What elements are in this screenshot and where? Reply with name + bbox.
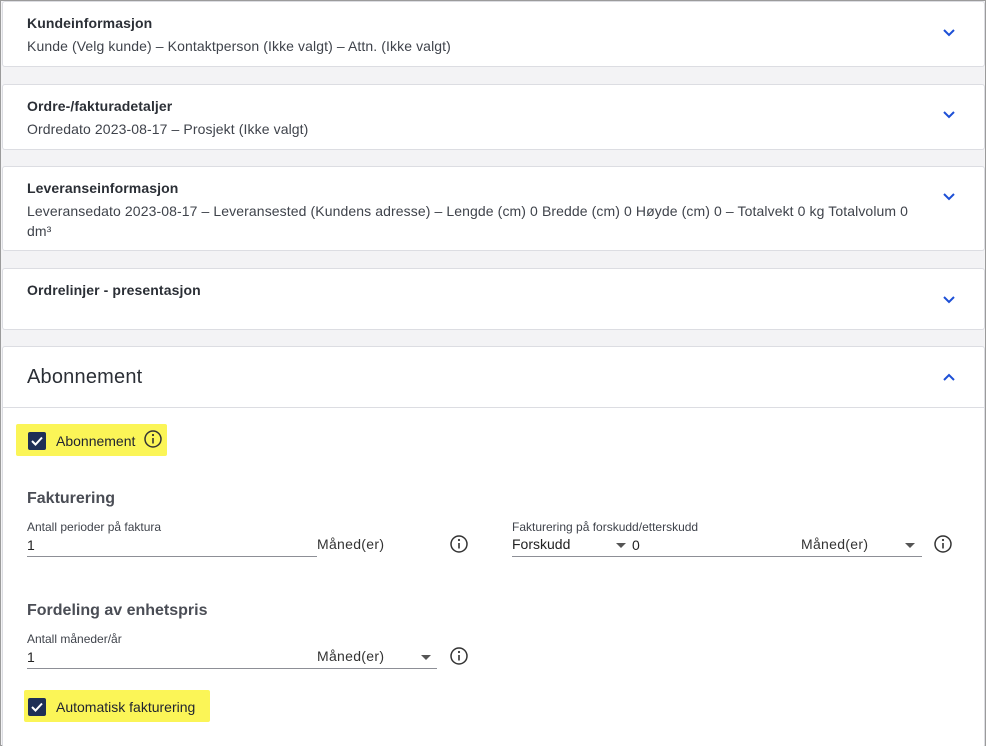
prepay-input[interactable]: 0 (632, 537, 640, 553)
prepay-select[interactable]: Forskudd (512, 536, 570, 552)
months-underline (27, 668, 437, 669)
card-abonnement: Abonnement Abonnement Fakturering Antall… (2, 346, 985, 746)
card-summary: Ordredato 2023-08-17 – Prosjekt (Ikke va… (27, 121, 309, 137)
chevron-down-icon[interactable] (942, 27, 956, 37)
window-frame: Kundeinformasjon Kunde (Velg kunde) – Ko… (0, 0, 986, 746)
card-leveranseinformasjon[interactable]: Leveranseinformasjon Leveransedato 2023-… (2, 166, 985, 251)
periods-label: Antall perioder på faktura (27, 520, 162, 534)
card-title: Leveranseinformasjon (27, 180, 179, 196)
automatisk-fakturering-checkbox[interactable] (28, 698, 46, 716)
periods-input-underline (27, 556, 317, 557)
info-icon[interactable] (933, 534, 953, 554)
periods-unit: Måned(er) (317, 536, 385, 552)
prepay-label: Fakturering på forskudd/etterskudd (512, 520, 699, 534)
chevron-down-icon[interactable] (942, 191, 956, 201)
months-label: Antall måneder/år (27, 632, 122, 646)
divider (3, 407, 984, 408)
fordeling-heading: Fordeling av enhetspris (27, 602, 208, 619)
card-title: Ordrelinjer - presentasjon (27, 282, 201, 298)
abonnement-checkbox[interactable] (28, 432, 46, 450)
card-kundeinformasjon[interactable]: Kundeinformasjon Kunde (Velg kunde) – Ko… (2, 1, 985, 67)
info-icon[interactable] (143, 429, 163, 449)
periods-input[interactable]: 1 (27, 537, 35, 553)
card-ordrelinjer-presentasjon[interactable]: Ordrelinjer - presentasjon (2, 268, 985, 330)
card-title: Kundeinformasjon (27, 15, 153, 31)
months-unit-select[interactable]: Måned(er) (317, 648, 384, 664)
chevron-down-icon[interactable] (942, 294, 956, 304)
info-icon[interactable] (449, 646, 469, 666)
section-title: Abonnement (27, 366, 143, 388)
automatisk-fakturering-label[interactable]: Automatisk fakturering (56, 699, 195, 715)
info-icon[interactable] (449, 534, 469, 554)
fakturering-heading: Fakturering (27, 490, 116, 507)
chevron-up-icon[interactable] (942, 372, 956, 382)
card-summary: Kunde (Velg kunde) – Kontaktperson (Ikke… (27, 38, 451, 54)
chevron-down-icon[interactable] (942, 109, 956, 119)
abonnement-checkbox-label[interactable]: Abonnement (56, 433, 135, 449)
prepay-underline (512, 556, 922, 557)
card-ordre-fakturadetaljer[interactable]: Ordre-/fakturadetaljer Ordredato 2023-08… (2, 84, 985, 150)
prepay-unit-select[interactable]: Måned(er) (801, 536, 868, 552)
months-input[interactable]: 1 (27, 649, 35, 665)
caret-down-icon[interactable] (421, 655, 431, 660)
caret-down-icon[interactable] (905, 543, 915, 548)
card-summary: Leveransedato 2023-08-17 – Leveransested… (27, 203, 909, 239)
caret-down-icon[interactable] (616, 543, 626, 548)
card-title: Ordre-/fakturadetaljer (27, 98, 173, 114)
